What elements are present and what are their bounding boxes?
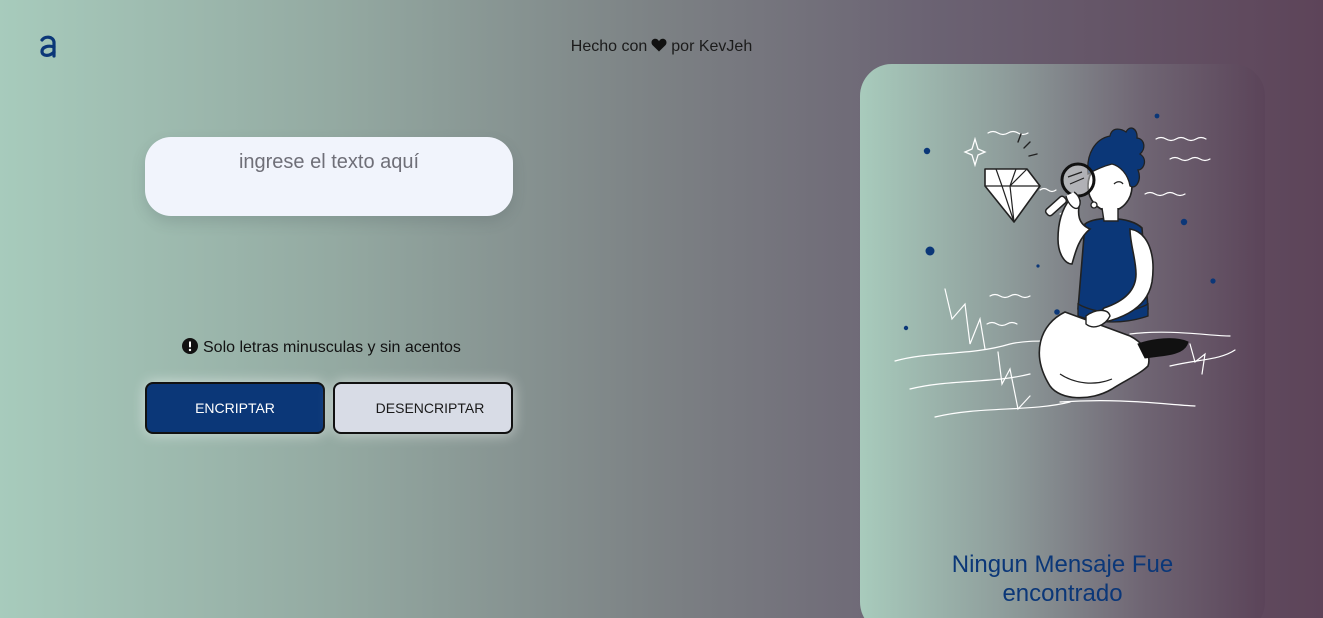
encrypt-button-label: ENCRIPTAR: [195, 400, 275, 416]
no-message-line1: Ningun Mensaje Fue: [951, 551, 1174, 578]
no-message-line2: encontrado: [1002, 580, 1123, 607]
heart-icon: [651, 38, 667, 52]
decrypt-button[interactable]: DESENCRIPTAR: [333, 382, 513, 434]
hint-message: Solo letras minusculas y sin acentos: [182, 338, 461, 357]
output-panel: Ningun Mensaje Fue encontrado: [860, 64, 1265, 618]
hint-text: Solo letras minusculas y sin acentos: [203, 339, 461, 356]
exclamation-circle-icon: [182, 338, 198, 354]
search-illustration: [894, 113, 1236, 418]
text-input[interactable]: ingrese el texto aquí: [145, 137, 513, 216]
text-input-placeholder: ingrese el texto aquí: [238, 151, 420, 173]
credit-suffix: por KevJeh: [671, 38, 753, 55]
credit-prefix: Hecho con: [570, 38, 648, 55]
encrypt-button[interactable]: ENCRIPTAR: [145, 382, 325, 434]
decrypt-button-label: DESENCRIPTAR: [375, 400, 485, 416]
credit-line: Hecho con por KevJeh: [0, 38, 1323, 56]
no-message-title: Ningun Mensaje Fue encontrado: [860, 550, 1265, 608]
